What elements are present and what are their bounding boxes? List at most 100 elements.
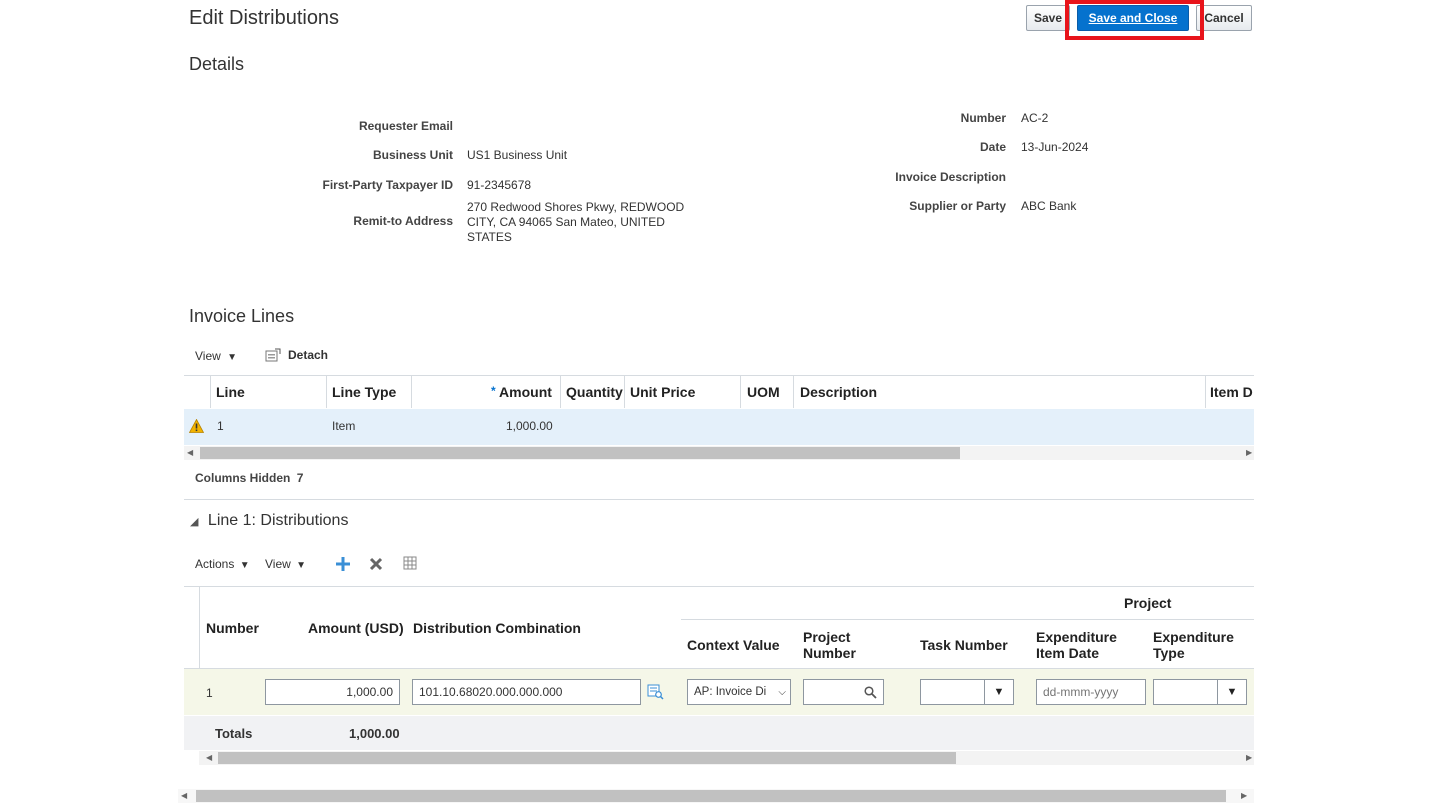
col-distribution-combination[interactable]: Distribution Combination xyxy=(413,620,581,636)
scrollbar-thumb[interactable] xyxy=(200,447,960,459)
expenditure-type-select[interactable]: ▼ xyxy=(1153,679,1247,705)
col-unit-price[interactable]: Unit Price xyxy=(630,384,695,400)
supplier-label: Supplier or Party xyxy=(909,199,1006,213)
view-menu-label: View xyxy=(265,557,291,571)
project-number-input[interactable] xyxy=(803,679,884,705)
columns-hidden-label: Columns Hidden xyxy=(195,471,291,485)
divider xyxy=(199,587,200,668)
context-value-select[interactable]: AP: Invoice Di ⌵ xyxy=(687,679,791,705)
scroll-right-icon[interactable]: ▶ xyxy=(1246,448,1252,457)
collapse-icon[interactable]: ◢ xyxy=(190,516,198,528)
divider xyxy=(184,499,1254,500)
col-expenditure-type[interactable]: Expenditure Type xyxy=(1153,629,1253,661)
page-title: Edit Distributions xyxy=(189,7,340,29)
distribution-number: 1 xyxy=(206,686,213,700)
scroll-left-icon[interactable]: ◀ xyxy=(187,448,193,457)
business-unit-value: US1 Business Unit xyxy=(467,148,568,162)
divider xyxy=(740,376,741,408)
save-button[interactable]: Save xyxy=(1026,5,1070,31)
scrollbar-thumb[interactable] xyxy=(218,752,956,764)
scrollbar-thumb[interactable] xyxy=(196,790,1226,802)
col-task-number[interactable]: Task Number xyxy=(920,637,1008,653)
task-number-select[interactable]: ▼ xyxy=(920,679,1014,705)
view-menu[interactable]: View ▼ xyxy=(265,557,306,571)
highlight-box xyxy=(1065,0,1204,40)
horizontal-scrollbar[interactable] xyxy=(199,751,1254,765)
detach-label: Detach xyxy=(288,348,329,362)
project-group-header: Project xyxy=(1124,595,1172,611)
col-quantity[interactable]: Quantity xyxy=(566,384,623,400)
col-project-number[interactable]: Project Number xyxy=(803,629,893,661)
col-amount-label: Amount xyxy=(499,384,552,400)
expenditure-item-date-input[interactable] xyxy=(1036,679,1146,705)
date-label: Date xyxy=(979,140,1006,154)
col-line[interactable]: Line xyxy=(216,384,245,400)
freeze-columns-icon[interactable] xyxy=(402,555,419,572)
col-description[interactable]: Description xyxy=(800,384,877,400)
amount-input[interactable]: 1,000.00 xyxy=(265,679,400,705)
requester-email-label: Requester Email xyxy=(358,119,453,133)
col-expenditure-item-date[interactable]: Expenditure Item Date xyxy=(1036,629,1136,661)
col-item-d[interactable]: Item D xyxy=(1210,384,1255,400)
view-menu[interactable]: View ▼ xyxy=(195,349,237,363)
line-number: 1 xyxy=(217,419,224,433)
columns-hidden-count: 7 xyxy=(296,471,304,485)
divider xyxy=(793,376,794,408)
page-horizontal-scrollbar[interactable] xyxy=(178,789,1254,803)
divider xyxy=(624,376,625,408)
col-uom[interactable]: UOM xyxy=(747,384,780,400)
detach-icon xyxy=(265,348,281,362)
line-amount: 1,000.00 xyxy=(506,419,553,433)
scroll-right-icon[interactable]: ▶ xyxy=(1241,791,1247,800)
invoice-description-label: Invoice Description xyxy=(895,170,1006,184)
distributions-heading: Line 1: Distributions xyxy=(207,512,349,529)
distribution-combination-input[interactable]: 101.10.68020.000.000.000 xyxy=(412,679,641,705)
search-icon[interactable] xyxy=(864,686,877,699)
divider xyxy=(411,376,412,408)
caret-down-icon: ▼ xyxy=(296,560,307,571)
distributions-header[interactable]: ◢ Line 1: Distributions xyxy=(190,512,348,530)
scroll-left-icon[interactable]: ◀ xyxy=(181,791,187,800)
actions-menu[interactable]: Actions ▼ xyxy=(195,557,250,571)
col-context-value[interactable]: Context Value xyxy=(687,637,780,653)
totals-value: 1,000.00 xyxy=(349,726,400,741)
required-marker: * xyxy=(491,384,496,398)
col-amount-usd[interactable]: Amount (USD) xyxy=(308,620,404,636)
divider xyxy=(184,375,1254,376)
col-line-type[interactable]: Line Type xyxy=(332,384,396,400)
table-row[interactable]: 1 Item 1,000.00 xyxy=(184,409,1254,445)
detach-button[interactable]: Detach xyxy=(265,348,328,362)
details-heading: Details xyxy=(189,54,245,74)
delete-icon[interactable] xyxy=(369,557,383,571)
horizontal-scrollbar[interactable] xyxy=(184,446,1254,460)
remit-to-address-value: 270 Redwood Shores Pkwy, REDWOOD CITY, C… xyxy=(467,200,685,244)
divider xyxy=(210,376,211,408)
scroll-right-icon[interactable]: ▶ xyxy=(1246,753,1252,762)
business-unit-label: Business Unit xyxy=(372,148,453,162)
taxpayer-id-label: First-Party Taxpayer ID xyxy=(322,178,454,192)
add-icon[interactable] xyxy=(335,556,351,572)
columns-hidden: Columns Hidden 7 xyxy=(195,471,303,485)
caret-down-icon[interactable]: ▼ xyxy=(984,680,1013,704)
supplier-value: ABC Bank xyxy=(1021,199,1077,213)
caret-down-icon[interactable]: ▼ xyxy=(1217,680,1246,704)
totals-row: Totals 1,000.00 xyxy=(184,716,1254,750)
expenditure-date-field[interactable] xyxy=(1043,685,1139,699)
line-type: Item xyxy=(332,419,356,433)
view-menu-label: View xyxy=(195,349,221,363)
account-lookup-icon[interactable] xyxy=(647,683,664,700)
col-amount[interactable]: * Amount xyxy=(491,384,552,400)
divider xyxy=(184,586,1254,587)
scroll-left-icon[interactable]: ◀ xyxy=(206,753,212,762)
totals-label: Totals xyxy=(215,726,253,741)
invoice-lines-heading: Invoice Lines xyxy=(189,306,295,326)
context-value-text: AP: Invoice Di xyxy=(694,686,767,698)
taxpayer-id-value: 91-2345678 xyxy=(467,178,532,192)
table-row[interactable]: 1 1,000.00 101.10.68020.000.000.000 AP: … xyxy=(184,669,1254,715)
caret-down-icon: ▼ xyxy=(239,560,250,571)
divider xyxy=(326,376,327,408)
cancel-button[interactable]: Cancel xyxy=(1196,5,1252,31)
warning-icon xyxy=(189,419,204,433)
col-number[interactable]: Number xyxy=(206,620,259,636)
divider xyxy=(1205,376,1206,408)
